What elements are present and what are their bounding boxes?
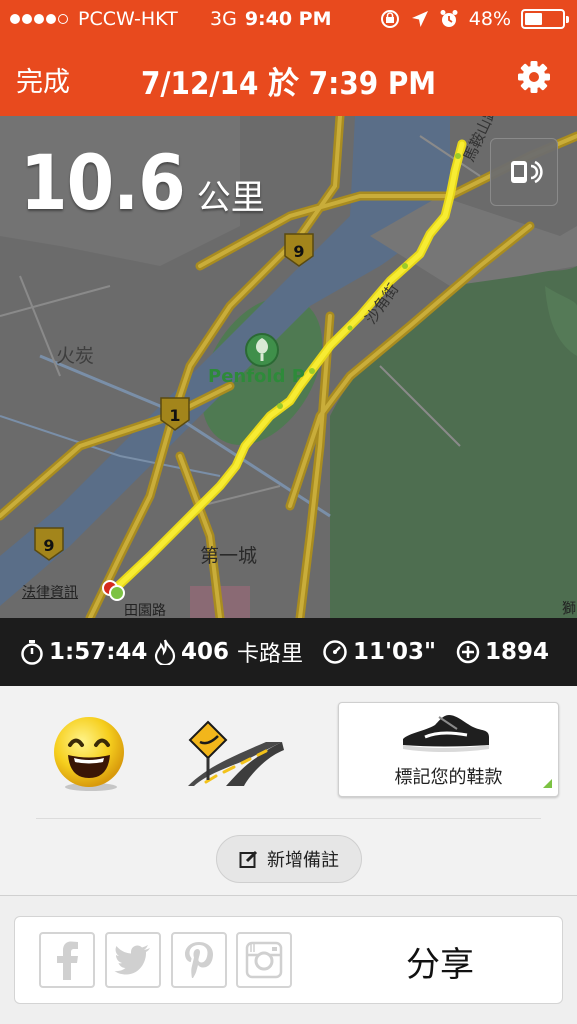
pace-gauge-icon — [323, 640, 347, 664]
twitter-icon[interactable] — [105, 932, 161, 988]
distance-unit: 公里 — [196, 178, 265, 218]
route-shield-label: 1 — [169, 406, 180, 425]
clock: 9:40 PM — [244, 8, 332, 30]
stat-pace: 11'03" — [322, 618, 436, 686]
share-button[interactable]: 分享 — [360, 917, 520, 1005]
stat-calories: 406 卡路里 — [154, 618, 303, 686]
distance-display: 10.6 公里 — [20, 138, 265, 227]
header: PCCW-HKT 3G 9:40 PM 48% 完成 7/12/14 於 7:3… — [0, 0, 577, 116]
facebook-icon[interactable] — [39, 932, 95, 988]
stat-fuel-value: 1894 — [485, 639, 550, 665]
stat-calories-unit: 卡路里 — [237, 642, 304, 667]
route-shield-label: 9 — [293, 242, 304, 261]
legal-link[interactable]: 法律資訊 — [22, 582, 78, 602]
stat-duration-value: 1:57:44 — [49, 639, 148, 665]
alarm-icon — [440, 10, 458, 27]
add-note-label: 新增備註 — [267, 850, 339, 871]
corner-indicator-icon — [543, 779, 552, 788]
signal-strength-icon — [10, 14, 68, 24]
stopwatch-icon — [21, 640, 43, 665]
status-center: 3G 9:40 PM — [210, 0, 332, 38]
shoe-icon — [403, 715, 489, 752]
distance-value: 10.6 — [20, 138, 186, 227]
instagram-icon[interactable] — [236, 932, 292, 988]
battery-percent: 48% — [468, 8, 511, 30]
network-type: 3G — [210, 8, 237, 30]
share-bar: 分享 — [14, 916, 563, 1004]
page-title: 7/12/14 於 7:39 PM — [140, 66, 437, 102]
stat-fuel: 1894 — [456, 618, 549, 686]
stats-bar: 1:57:44 406 卡路里 11'03" 1894 — [0, 618, 577, 686]
stat-pace-value: 11'03" — [353, 639, 437, 665]
lock-rotation-icon — [380, 10, 399, 28]
run-tags-panel: 標記您的鞋款 新增備註 — [0, 686, 577, 896]
status-left: PCCW-HKT — [10, 8, 178, 30]
map-label-fo-tan: 火炭 — [56, 345, 95, 367]
carrier-name: PCCW-HKT — [78, 8, 178, 30]
route-shield-label: 9 — [43, 536, 54, 555]
road-terrain-icon[interactable] — [186, 720, 284, 786]
nav-bar: 完成 7/12/14 於 7:39 PM — [0, 40, 577, 116]
battery-fill — [525, 13, 543, 25]
pinterest-icon[interactable] — [171, 932, 227, 988]
map-label-park: Penfold P — [208, 366, 305, 387]
stat-calories-value: 406 — [181, 639, 230, 665]
gear-icon[interactable] — [517, 60, 551, 94]
flame-icon — [154, 639, 176, 665]
map-label-first-city: 第一城 — [200, 545, 258, 567]
status-bar: PCCW-HKT 3G 9:40 PM 48% — [0, 0, 577, 38]
fuel-icon — [456, 640, 480, 664]
add-note-button[interactable]: 新增備註 — [216, 835, 362, 883]
stat-duration: 1:57:44 — [20, 618, 147, 686]
happy-face-icon[interactable] — [50, 714, 128, 792]
edit-note-icon — [239, 850, 258, 868]
location-arrow-icon — [411, 11, 428, 27]
status-right: 48% — [379, 0, 569, 38]
shoe-label: 標記您的鞋款 — [394, 767, 503, 788]
tag-shoe-button[interactable]: 標記您的鞋款 — [338, 702, 559, 797]
battery-icon — [521, 9, 569, 29]
audio-feedback-button[interactable] — [490, 138, 558, 206]
map-label-edge: 獅 — [562, 601, 576, 617]
divider — [36, 818, 541, 819]
map-label-road: 田園路 — [124, 603, 166, 618]
route-map[interactable]: 9 1 9 10.6 公里 火炭 Penfold P 第一城 法律資訊 田園路 … — [0, 116, 577, 618]
speaker-phone-icon — [511, 160, 543, 184]
